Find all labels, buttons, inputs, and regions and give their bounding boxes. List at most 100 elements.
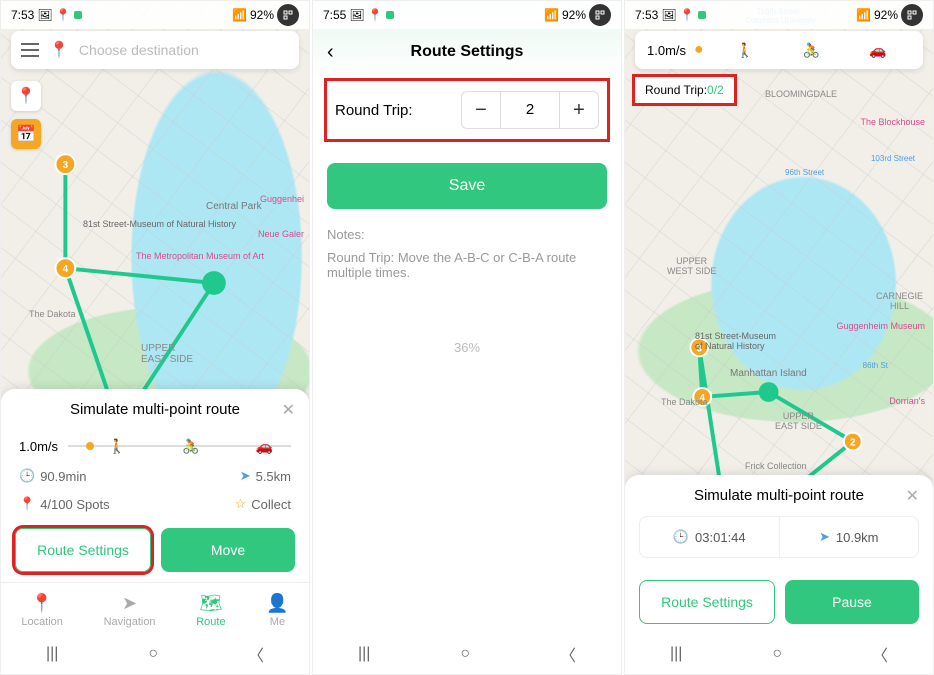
- speed-value: 1.0m/s: [647, 43, 686, 58]
- search-placeholder: Choose destination: [79, 42, 199, 58]
- status-battery: 92%: [250, 8, 274, 22]
- recents-button[interactable]: |||: [670, 645, 682, 663]
- save-button[interactable]: Save: [327, 163, 607, 209]
- battery-indicator: 36%: [313, 340, 621, 355]
- area-upper-west: UPPER WEST SIDE: [667, 256, 716, 276]
- nav-navigation[interactable]: ➤Navigation: [104, 593, 156, 628]
- status-battery: 92%: [562, 8, 586, 22]
- nav-me[interactable]: 👤Me: [266, 593, 288, 628]
- person-icon: 👤: [266, 593, 288, 614]
- poi-dakota: The Dakota: [29, 309, 76, 319]
- tool-locate-icon[interactable]: 📍: [11, 81, 41, 111]
- poi-guggenheim: Guggenheim Museum: [836, 321, 925, 331]
- route-settings-button[interactable]: Route Settings: [15, 528, 151, 572]
- poi-met: The Metropolitan Museum of Art: [136, 251, 264, 261]
- screen-route-plan: 3 4 81st Street-Museum of Natural Histor…: [0, 0, 310, 675]
- home-button[interactable]: ○: [772, 645, 782, 663]
- back-arrow-icon[interactable]: ‹: [327, 41, 334, 64]
- collect-label[interactable]: Collect: [251, 497, 291, 512]
- panel-title: Simulate multi-point route: [694, 487, 864, 504]
- distance-value: 5.5km: [256, 469, 291, 484]
- poi-103rd: 103rd Street: [871, 154, 915, 163]
- scan-icon[interactable]: [589, 4, 611, 26]
- scan-icon[interactable]: [901, 4, 923, 26]
- status-bar: 7:55🖼 📍 📶92%: [313, 1, 621, 29]
- poi-96th: 96th Street: [785, 168, 824, 177]
- home-button[interactable]: ○: [148, 645, 158, 663]
- clock-icon: 🕒: [673, 529, 689, 545]
- star-icon: ☆: [235, 496, 247, 512]
- nav-route[interactable]: 🗺Route: [196, 593, 225, 628]
- poi-gug: Guggenhei: [260, 194, 304, 204]
- navigation-icon: ➤: [122, 593, 137, 614]
- poi-neue: Neue Galer: [258, 229, 304, 239]
- back-button[interactable]: 〈: [872, 642, 888, 666]
- tool-calendar-icon[interactable]: 📅: [11, 119, 41, 149]
- spots-value: 4/100 Spots: [40, 497, 109, 512]
- route-settings-button[interactable]: Route Settings: [639, 580, 775, 624]
- recents-button[interactable]: |||: [46, 645, 58, 663]
- speed-slider[interactable]: 🚶 🚴 🚗: [68, 436, 291, 456]
- pause-button[interactable]: Pause: [785, 580, 919, 624]
- round-trip-progress-badge: Round Trip:0/2: [635, 77, 734, 103]
- back-button[interactable]: 〈: [560, 642, 576, 666]
- speed-bar: 1.0m/s ● 🚶🚴🚗: [635, 31, 923, 69]
- arrow-icon: ➤: [240, 468, 251, 484]
- nav-location[interactable]: 📍Location: [21, 593, 63, 628]
- round-trip-row: Round Trip: − 2 +: [327, 81, 607, 139]
- area-upper-east: UPPER EAST SIDE: [775, 411, 822, 431]
- duration-value: 90.9min: [40, 469, 86, 484]
- poi-blockhouse: The Blockhouse: [860, 117, 925, 127]
- search-bar[interactable]: 📍 Choose destination: [11, 31, 299, 69]
- status-time: 7:53: [11, 8, 34, 22]
- poi-frick: Frick Collection: [745, 461, 807, 471]
- minus-button[interactable]: −: [462, 92, 500, 128]
- round-trip-value[interactable]: 2: [500, 92, 560, 128]
- plus-button[interactable]: +: [560, 92, 598, 128]
- area-central: Central Park: [206, 201, 262, 212]
- close-icon[interactable]: ✕: [282, 400, 295, 420]
- menu-icon[interactable]: [21, 43, 39, 57]
- back-button[interactable]: 〈: [248, 642, 264, 666]
- android-nav: ||| ○ 〈: [313, 634, 621, 674]
- arrow-icon: ➤: [819, 529, 830, 545]
- panel-title: Simulate multi-point route: [70, 401, 240, 418]
- move-button[interactable]: Move: [161, 528, 295, 572]
- speed-value: 1.0m/s: [19, 439, 58, 454]
- svg-text:4: 4: [63, 264, 69, 275]
- screen-route-settings: 7:55🖼 📍 📶92% ‹ Route Settings Round Trip…: [312, 0, 622, 675]
- svg-text:2: 2: [850, 437, 856, 448]
- poi-museum: 81st Street-Museum of Natural History: [83, 219, 236, 229]
- scan-icon[interactable]: [277, 4, 299, 26]
- car-icon: 🚗: [256, 438, 273, 455]
- status-time: 7:53: [635, 8, 658, 22]
- android-nav: ||| ○ 〈: [1, 634, 309, 674]
- status-bar: 7:53🖼 📍 📶92%: [625, 1, 933, 29]
- area-manhattan-island: Manhattan Island: [730, 368, 807, 379]
- home-button[interactable]: ○: [460, 645, 470, 663]
- bike-icon[interactable]: 🚴: [803, 42, 820, 59]
- car-icon[interactable]: 🚗: [869, 42, 886, 59]
- close-icon[interactable]: ✕: [906, 486, 919, 506]
- simulate-panel: Simulate multi-point route ✕ 🕒 03:01:44 ➤…: [625, 475, 933, 674]
- round-trip-stepper: − 2 +: [461, 91, 599, 129]
- poi-dorrian: Dorrian's: [889, 396, 925, 406]
- android-nav: ||| ○ 〈: [625, 634, 933, 674]
- walk-icon[interactable]: 🚶: [736, 42, 753, 59]
- status-bar: 7:53🖼 📍 📶92%: [1, 1, 309, 29]
- status-battery: 92%: [874, 8, 898, 22]
- svg-text:3: 3: [63, 160, 69, 171]
- walk-icon: 🚶: [108, 438, 125, 455]
- round-trip-label: Round Trip:: [335, 102, 413, 119]
- route-icon: 🗺: [199, 593, 222, 614]
- simulate-panel: Simulate multi-point route ✕ 1.0m/s 🚶🚴🚗 …: [1, 389, 309, 674]
- area-bloomingdale: BLOOMINGDALE: [765, 89, 837, 99]
- pin-icon: 📍: [49, 40, 69, 60]
- notes-body: Round Trip: Move the A-B-C or C-B-A rout…: [327, 250, 607, 280]
- status-time: 7:55: [323, 8, 346, 22]
- recents-button[interactable]: |||: [358, 645, 370, 663]
- poi-86th: 86th St: [863, 361, 888, 370]
- bike-icon: 🚴: [182, 438, 199, 455]
- running-time: 03:01:44: [695, 530, 746, 545]
- screen-route-running: 3 4 2 1 116th Street - Columbia Universi…: [624, 0, 934, 675]
